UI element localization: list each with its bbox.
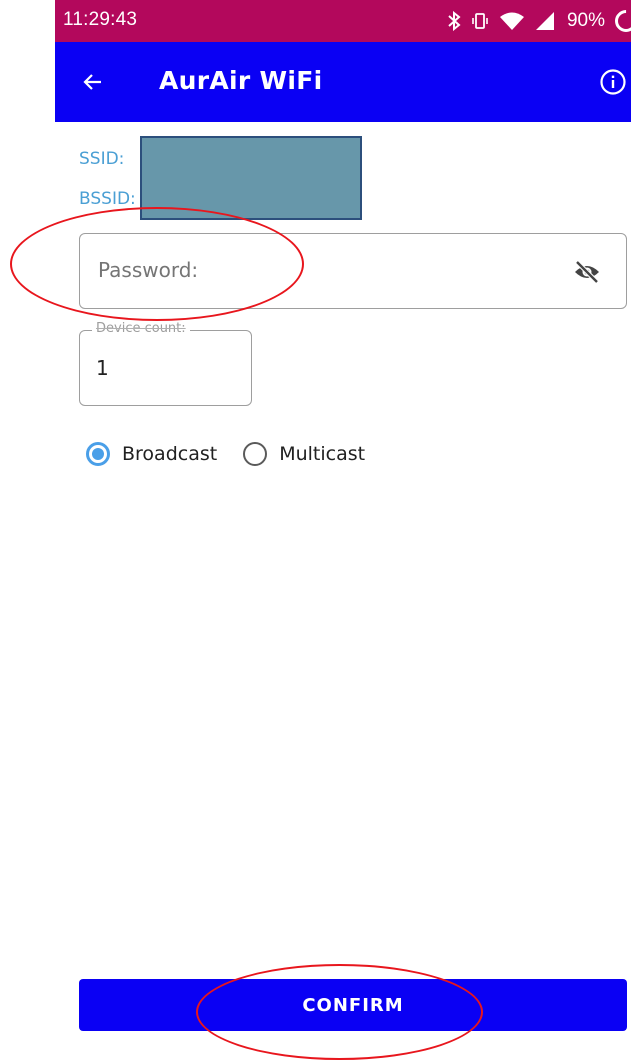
status-time: 11:29:43 xyxy=(63,9,138,30)
password-visibility-toggle[interactable] xyxy=(570,255,604,289)
app-title: AurAir WiFi xyxy=(159,66,323,95)
radio-broadcast[interactable]: Broadcast xyxy=(86,442,217,466)
mode-radio-group: Broadcast Multicast xyxy=(86,438,391,470)
device-count-label: Device count: xyxy=(92,321,190,336)
confirm-button[interactable]: CONFIRM xyxy=(79,979,627,1031)
device-count-field[interactable]: Device count: 1 xyxy=(79,321,252,406)
redaction-box xyxy=(140,136,362,220)
radio-unchecked-icon xyxy=(243,442,268,466)
device-count-value: 1 xyxy=(96,356,109,380)
status-bar: 11:29:43 90% xyxy=(55,0,631,42)
back-button[interactable] xyxy=(73,62,113,102)
app-bar: AurAir WiFi xyxy=(55,42,631,122)
cell-signal-icon xyxy=(535,11,555,31)
wifi-icon xyxy=(499,11,525,31)
radio-broadcast-label: Broadcast xyxy=(122,443,218,465)
radio-multicast-label: Multicast xyxy=(279,443,366,465)
bluetooth-icon xyxy=(447,11,461,31)
ssid-label: SSID: xyxy=(79,149,125,169)
radio-checked-icon xyxy=(86,442,110,466)
battery-percent: 90% xyxy=(566,10,605,31)
vibrate-icon xyxy=(471,12,489,30)
battery-icon xyxy=(610,5,631,37)
info-button[interactable] xyxy=(597,66,629,98)
status-icons: 90% xyxy=(447,5,631,37)
info-icon xyxy=(600,69,626,95)
eye-off-icon xyxy=(575,260,599,284)
password-field[interactable]: Password: xyxy=(79,233,627,309)
arrow-left-icon xyxy=(83,74,101,90)
bssid-label: BSSID: xyxy=(79,189,136,209)
radio-multicast[interactable]: Multicast xyxy=(243,442,365,466)
password-placeholder: Password: xyxy=(98,258,199,282)
